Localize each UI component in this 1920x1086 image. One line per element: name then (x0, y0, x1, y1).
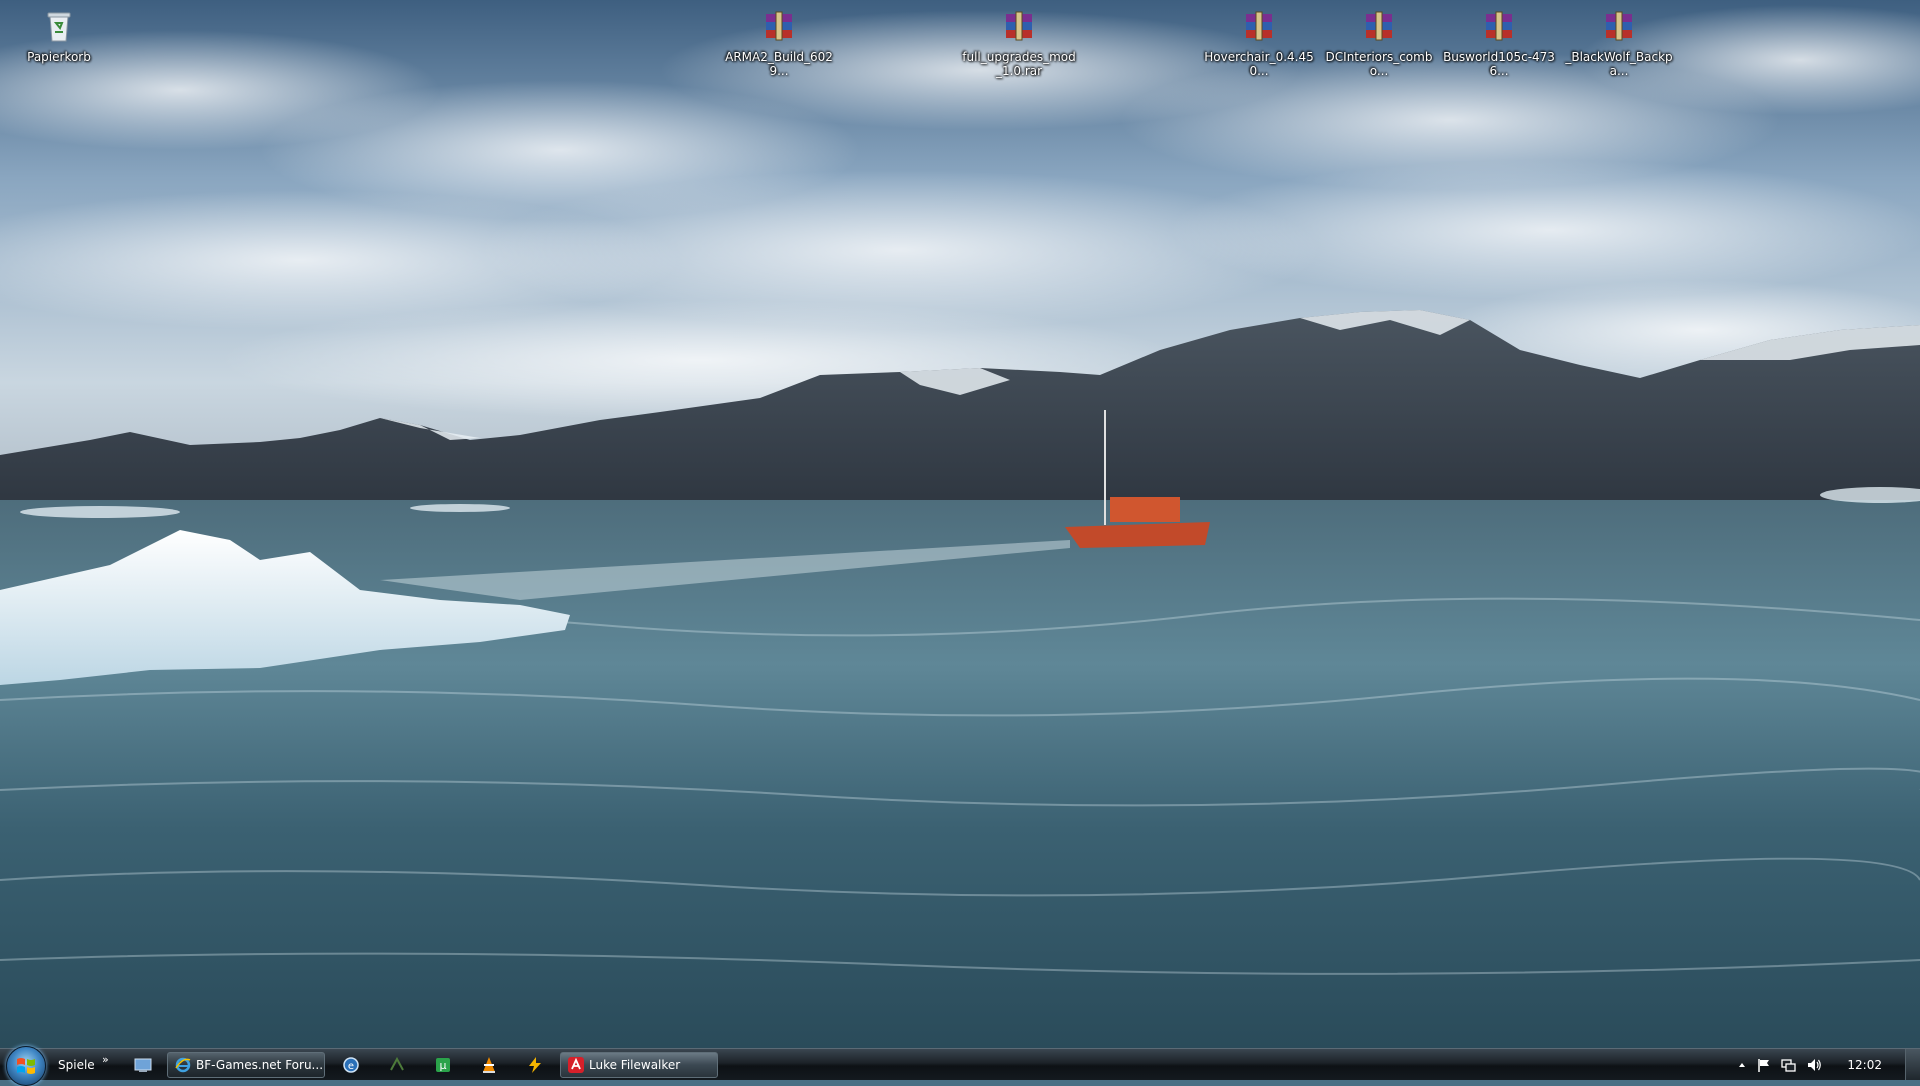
desktop-icon-blackwolf[interactable]: _BlackWolf_Backpa... (1560, 8, 1678, 78)
desktop-icon-label: Busworld105c-4736... (1443, 50, 1555, 78)
volume-icon[interactable] (1806, 1057, 1822, 1073)
toolbar-chevron[interactable]: » (102, 1049, 109, 1071)
vlc-icon[interactable] (480, 1056, 498, 1074)
desktop-icon-label: full_upgrades_mod_1.0.rar (962, 50, 1076, 78)
winrar-archive-icon (1246, 11, 1272, 41)
winamp-icon[interactable] (526, 1056, 544, 1074)
ie-icon[interactable]: e (342, 1056, 360, 1074)
desktop-icon-arma2[interactable]: ARMA2_Build_6029... (720, 8, 838, 78)
desktop-icon-busworld[interactable]: Busworld105c-4736... (1440, 8, 1558, 78)
app-icon[interactable] (388, 1056, 406, 1074)
task-button-label: Luke Filewalker (589, 1058, 681, 1072)
desktop-icon-recycle-bin[interactable]: Papierkorb (0, 8, 118, 64)
recycle-bin-icon (47, 12, 71, 42)
desktop-icon-full-upgrades[interactable]: full_upgrades_mod_1.0.rar (960, 8, 1078, 78)
desktop-icon-label: Papierkorb (27, 50, 91, 64)
start-button[interactable] (6, 1046, 46, 1086)
taskbar: Spiele » BF-Games.net Foru... e µ Luke F… (0, 1046, 1920, 1086)
desktop-icon-hoverchair[interactable]: Hoverchair_0.4.450... (1200, 8, 1318, 78)
desktop-icon-label: ARMA2_Build_6029... (725, 50, 833, 78)
winrar-archive-icon (1606, 11, 1632, 41)
tray-expand-icon[interactable] (1734, 1057, 1750, 1073)
show-desktop-icon[interactable] (134, 1056, 152, 1074)
utorrent-icon[interactable]: µ (434, 1056, 452, 1074)
network-icon[interactable] (1780, 1057, 1796, 1073)
winrar-archive-icon (1006, 11, 1032, 41)
taskbar-clock[interactable]: 12:02 (1847, 1049, 1882, 1081)
internet-explorer-icon (175, 1057, 191, 1073)
winrar-archive-icon (766, 11, 792, 41)
toolbar-label-spiele[interactable]: Spiele (58, 1049, 95, 1081)
desktop-icon-label: DCInteriors_combo... (1325, 50, 1433, 78)
task-button-label: BF-Games.net Foru... (196, 1058, 324, 1072)
svg-text:µ: µ (440, 1059, 447, 1072)
task-button-bf-games[interactable]: BF-Games.net Foru... (167, 1052, 325, 1078)
windows-orb-icon (17, 1058, 35, 1074)
task-button-luke-filewalker[interactable]: Luke Filewalker (560, 1052, 718, 1078)
show-desktop-button[interactable] (1905, 1049, 1920, 1080)
winrar-archive-icon (1486, 11, 1512, 41)
winrar-archive-icon (1366, 11, 1392, 41)
desktop-icon-dcinteriors[interactable]: DCInteriors_combo... (1320, 8, 1438, 78)
action-center-flag-icon[interactable] (1756, 1057, 1772, 1073)
desktop-icon-label: Hoverchair_0.4.450... (1204, 50, 1314, 78)
desktop-icon-label: _BlackWolf_Backpa... (1565, 50, 1673, 78)
antivir-icon (568, 1057, 584, 1073)
svg-text:e: e (348, 1061, 354, 1072)
desktop-wallpaper (0, 0, 1920, 1048)
